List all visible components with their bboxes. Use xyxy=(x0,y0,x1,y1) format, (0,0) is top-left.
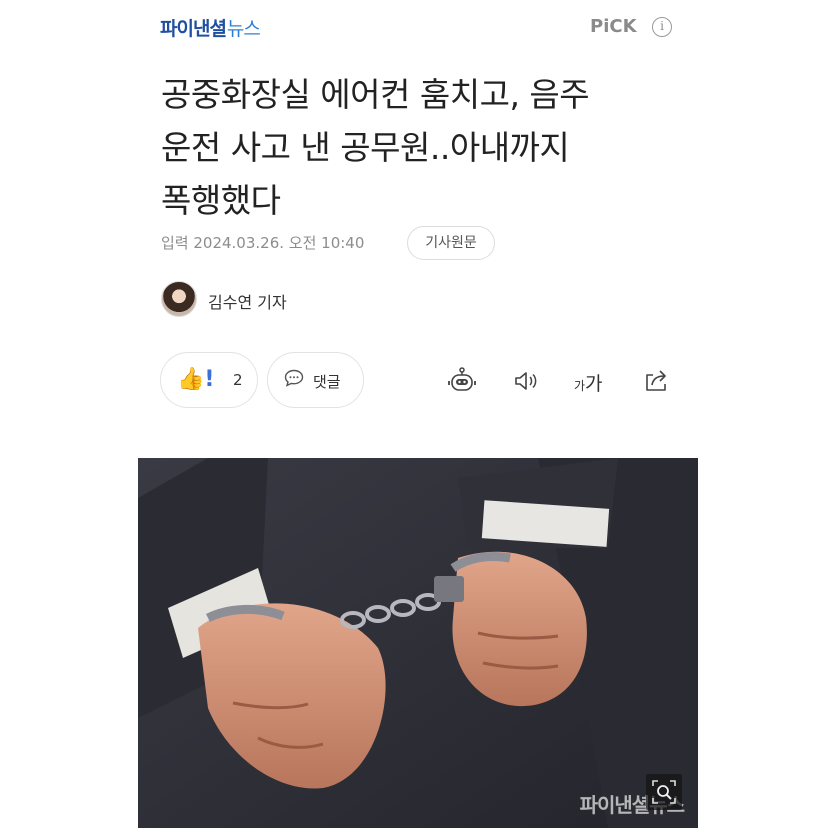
font-size-icon[interactable]: 가가 xyxy=(574,369,614,399)
comment-label: 댓글 xyxy=(313,373,341,391)
publish-date: 입력 2024.03.26. 오전 10:40 xyxy=(161,234,365,252)
brand-logo[interactable]: 파이낸셜뉴스 xyxy=(160,14,261,41)
robot-icon[interactable] xyxy=(447,366,477,396)
speaker-icon[interactable] xyxy=(512,366,542,396)
share-icon[interactable] xyxy=(641,366,671,396)
reporter-name: 김수연 기자 xyxy=(208,293,287,312)
info-icon[interactable]: i xyxy=(652,17,672,37)
headline-line: 공중화장실 에어컨 훔치고, 음주 xyxy=(161,75,590,114)
clap-thumbs-exclaim-icon: 👍! xyxy=(177,367,215,392)
magnifier-icon[interactable] xyxy=(646,774,682,810)
speech-bubble-icon xyxy=(284,369,304,387)
app-header: 파이낸셜뉴스 PiCK i xyxy=(0,0,835,56)
brand-main: 파이낸셜 xyxy=(160,18,227,40)
font-small-label: 가 xyxy=(574,379,586,393)
pick-label: PiCK xyxy=(590,16,637,37)
reaction-count: 2 xyxy=(233,371,243,389)
reporter-avatar xyxy=(161,281,197,317)
brand-sub: 뉴스 xyxy=(226,18,261,40)
article-headline: 공중화장실 에어컨 훔치고, 음주 운전 사고 낸 공무원..아내까지 폭행했다 xyxy=(161,68,681,227)
headline-line: 폭행했다 xyxy=(161,181,281,220)
comment-button[interactable]: 댓글 xyxy=(267,352,364,408)
reaction-button[interactable]: 👍! 2 xyxy=(160,352,258,408)
handcuffed-hands-illustration xyxy=(138,458,698,828)
article-photo[interactable]: 파이낸셜뉴스 xyxy=(138,458,698,828)
article-actions-bar: 👍! 2 댓글 가가 xyxy=(0,352,835,412)
original-article-button[interactable]: 기사원문 xyxy=(407,226,495,260)
headline-line: 운전 사고 낸 공무원..아내까지 xyxy=(161,128,570,167)
font-large-label: 가 xyxy=(585,373,603,395)
